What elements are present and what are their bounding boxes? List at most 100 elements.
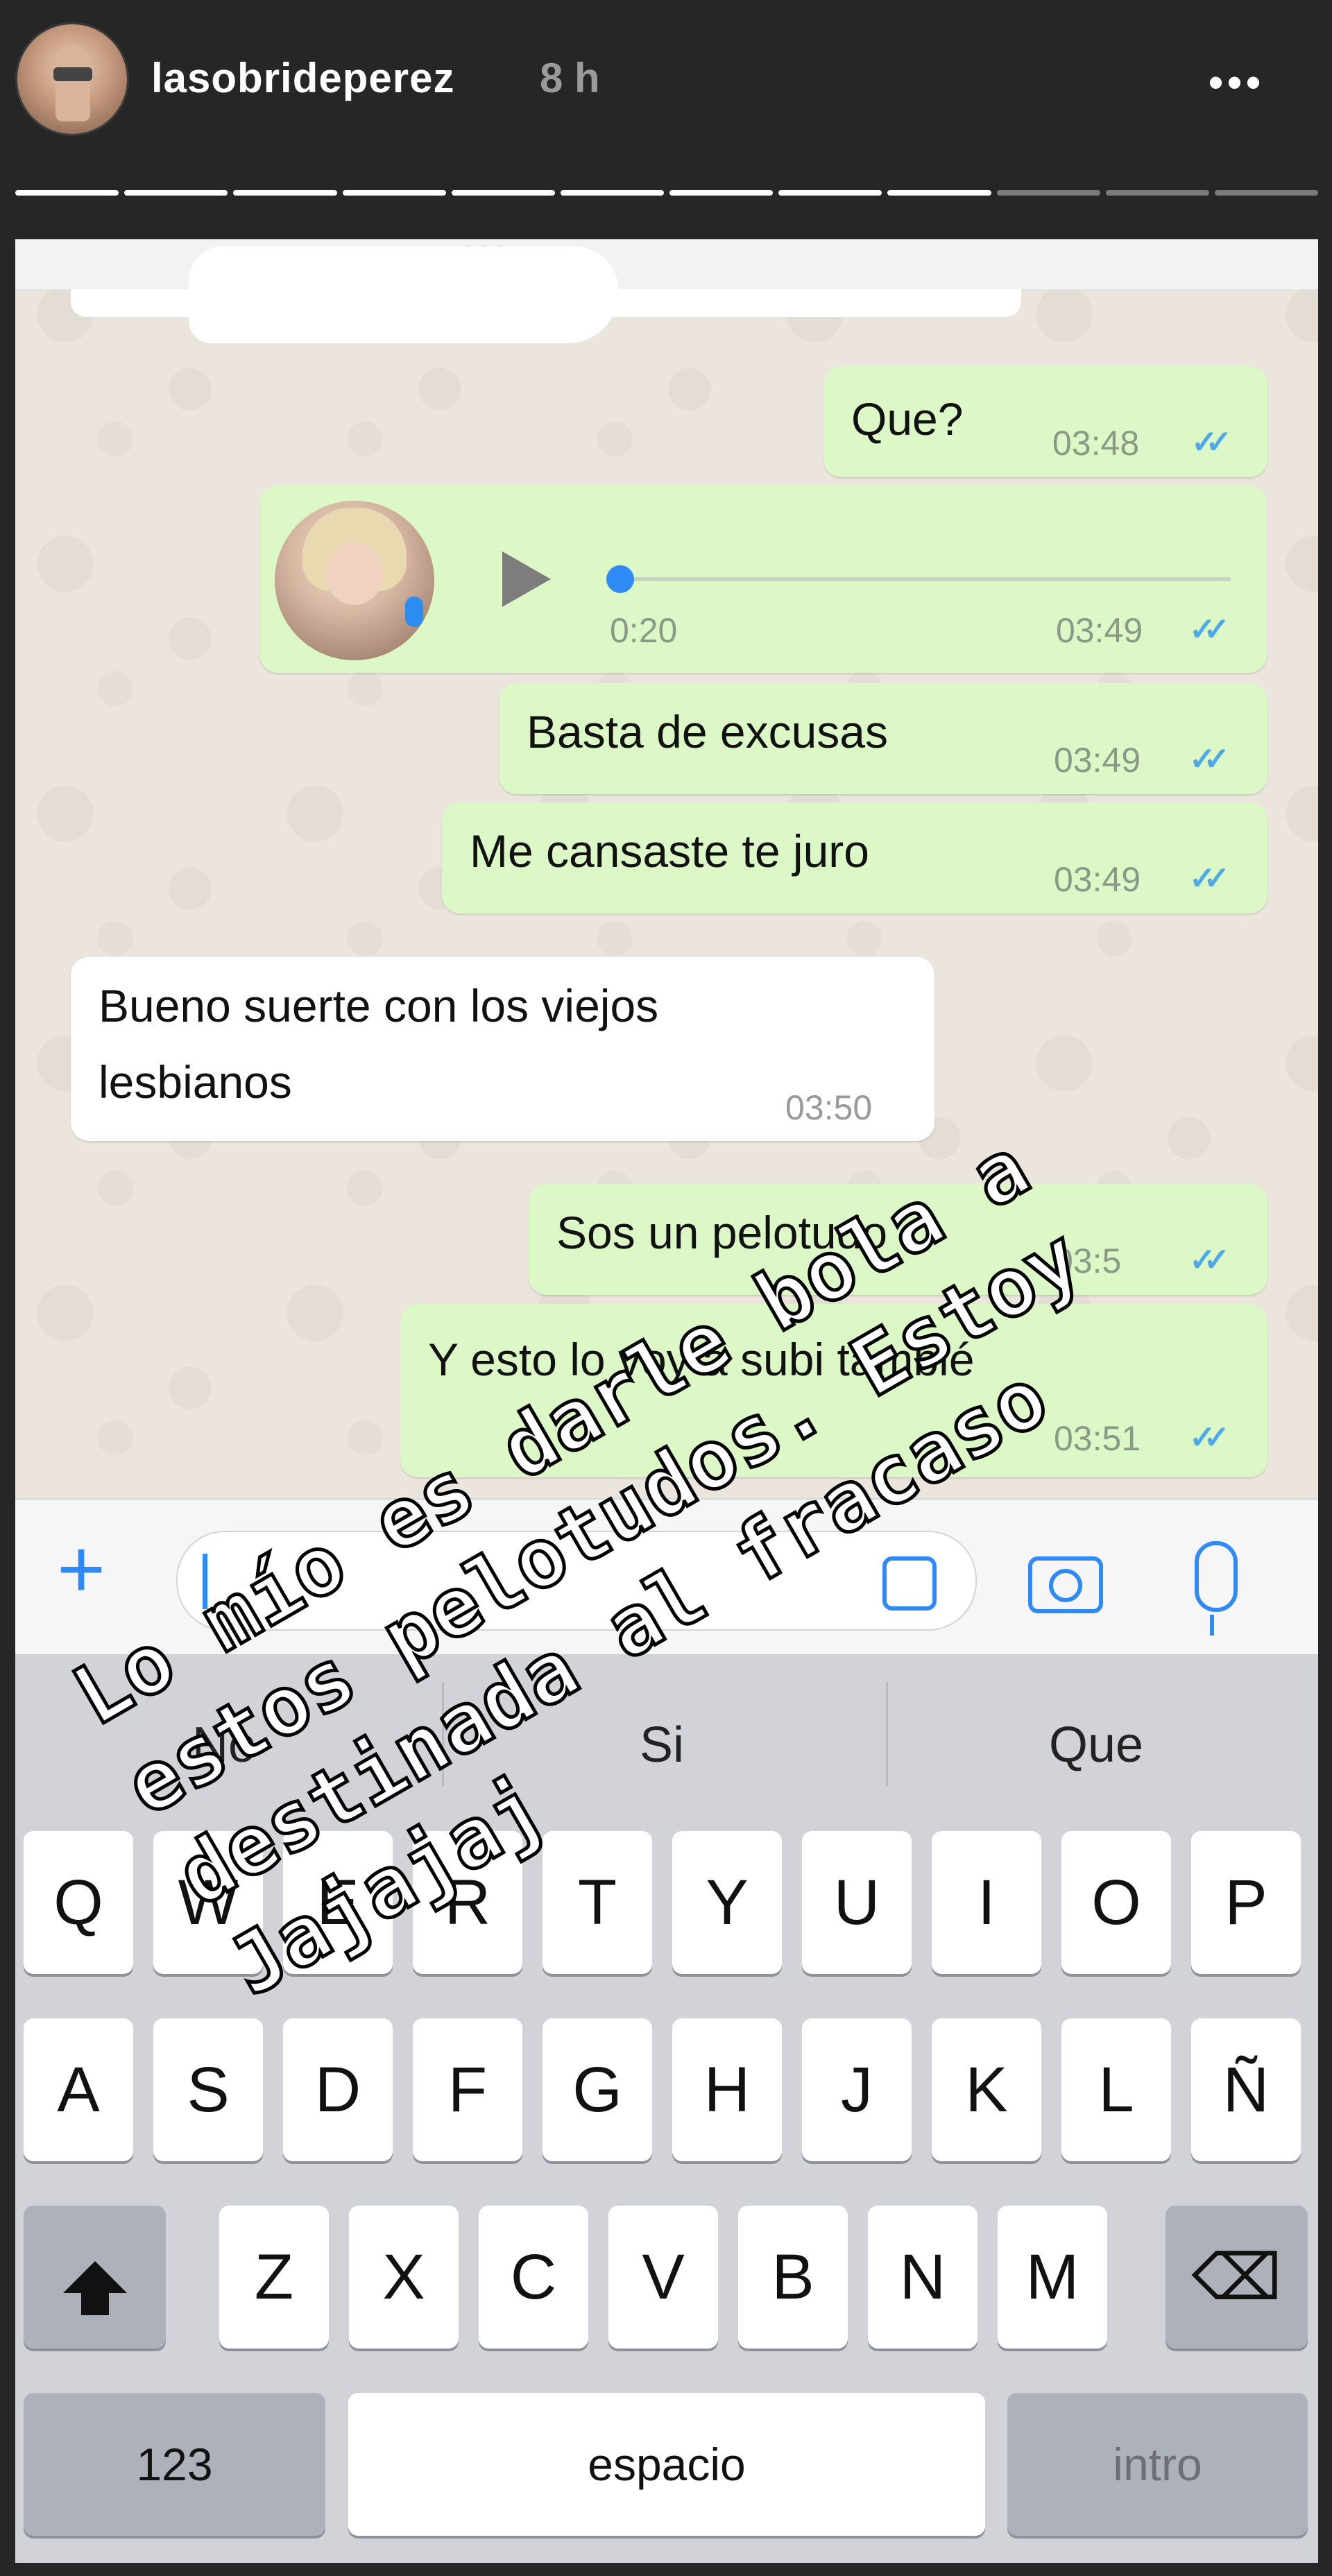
voice-message-bubble[interactable]: 0:20 03:49 ✓✓ [259,486,1267,673]
key-q[interactable]: Q [24,1831,133,1974]
sticker-icon[interactable] [882,1556,937,1611]
suggestion-que[interactable]: Que [1049,1717,1143,1774]
key-j[interactable]: J [802,2018,912,2161]
mic-icon [405,596,423,627]
key-enye[interactable]: Ñ [1191,2018,1301,2161]
progress-segment [342,190,446,196]
message-time: 03:5 [1054,1242,1122,1280]
read-ticks-icon: ✓✓ [1191,424,1232,460]
message-text: Basta de excusas [527,706,888,757]
message-bubble-out[interactable]: Basta de excusas 03:49 ✓✓ [499,683,1267,794]
more-options-icon[interactable]: ••• [1209,58,1265,106]
key-a[interactable]: A [24,2018,133,2161]
keyboard: No Si Que Q W E R T Y U I O P A S D F G … [15,1654,1318,2563]
key-e[interactable]: E [283,1831,393,1974]
key-u[interactable]: U [802,1831,912,1974]
progress-segment [233,190,337,196]
message-bubble-out[interactable]: Y esto lo voy a subi tambié 03:51 ✓✓ [400,1304,1267,1477]
message-bubble-out[interactable]: Que? 03:48 ✓✓ [823,366,1267,477]
key-i[interactable]: I [932,1831,1041,1974]
voice-progress-track[interactable] [620,577,1231,581]
shift-icon [62,2261,127,2315]
progress-segment [124,190,228,196]
progress-segment [996,190,1100,196]
space-key[interactable]: espacio [348,2393,985,2536]
read-ticks-icon: ✓✓ [1189,611,1230,647]
key-p[interactable]: P [1191,1831,1301,1974]
profile-avatar[interactable] [15,22,129,136]
key-w[interactable]: W [153,1831,263,1974]
key-l[interactable]: L [1061,2018,1171,2161]
story-progress-bar [15,190,1319,196]
message-time: 03:51 [1054,1419,1141,1458]
message-bubble-out[interactable]: Me cansaste te juro 03:49 ✓✓ [442,802,1267,913]
message-time: 03:49 [1054,741,1141,780]
story-username[interactable]: lasobrideperez [151,54,455,102]
camera-icon[interactable] [1028,1556,1103,1613]
message-input[interactable] [176,1531,977,1631]
story-time-ago: 8 h [540,55,600,101]
story-header: lasobrideperez 8 h ••• [0,0,1332,196]
key-c[interactable]: C [479,2206,588,2349]
key-v[interactable]: V [608,2206,718,2349]
progress-segment [1214,190,1319,196]
read-ticks-icon: ✓✓ [1189,860,1230,896]
message-bubble-out[interactable]: Sos un pelotudo 03:5 ✓✓ [529,1184,1267,1295]
progress-segment [669,190,774,196]
key-f[interactable]: F [413,2018,522,2161]
message-time: 03:50 [785,1088,873,1127]
message-text: Y esto lo voy a subi tambié [428,1334,975,1385]
suggestion-no[interactable]: No [192,1717,256,1774]
message-time: 03:49 [1056,611,1143,650]
voice-sender-avatar [275,501,434,660]
delete-key[interactable]: ⌫ [1166,2206,1308,2349]
progress-segment [1105,190,1209,196]
shift-key[interactable] [24,2206,166,2349]
key-r[interactable]: R [413,1831,522,1974]
message-time: 03:48 [1052,424,1140,463]
voice-progress-handle[interactable] [606,565,634,593]
progress-segment [560,190,665,196]
read-ticks-icon: ✓✓ [1189,1419,1230,1455]
progress-segment [451,190,555,196]
message-text: Me cansaste te juro [470,825,869,877]
progress-segment [778,190,882,196]
play-icon[interactable] [502,551,551,607]
message-text-line2: lesbianos [99,1056,292,1108]
key-b[interactable]: B [738,2206,848,2349]
key-g[interactable]: G [543,2018,652,2161]
key-h[interactable]: H [672,2018,782,2161]
suggestion-si[interactable]: Si [640,1717,684,1774]
microphone-icon[interactable] [1195,1541,1238,1635]
key-y[interactable]: Y [672,1831,782,1974]
message-bubble-in[interactable]: Bueno suerte con los viejos lesbianos 03… [71,957,934,1141]
voice-duration: 0:20 [610,611,678,650]
key-x[interactable]: X [349,2206,459,2349]
key-t[interactable]: T [543,1831,652,1974]
progress-segment [15,190,119,196]
key-o[interactable]: O [1061,1831,1171,1974]
key-s[interactable]: S [153,2018,263,2161]
suggestion-divider [886,1682,888,1786]
chat-header-strip: nea [15,239,1318,343]
chat-screenshot: nea Que? 03:48 ✓✓ 0:20 03:49 ✓✓ Basta de… [15,239,1318,2563]
plus-icon[interactable]: + [57,1527,105,1611]
read-ticks-icon: ✓✓ [1189,1242,1230,1278]
key-k[interactable]: K [932,2018,1041,2161]
text-caret [203,1554,207,1609]
message-text: Sos un pelotudo [556,1207,888,1258]
message-text: Que? [851,393,964,445]
return-key[interactable]: intro [1007,2393,1308,2536]
key-m[interactable]: M [998,2206,1107,2349]
suggestion-divider [442,1682,444,1786]
message-time: 03:49 [1054,860,1141,899]
chat-area: nea Que? 03:48 ✓✓ 0:20 03:49 ✓✓ Basta de… [15,239,1318,1498]
key-n[interactable]: N [868,2206,977,2349]
redaction-scribble [189,246,619,343]
key-d[interactable]: D [283,2018,393,2161]
key-z[interactable]: Z [219,2206,329,2349]
read-ticks-icon: ✓✓ [1189,741,1230,777]
progress-segment [887,190,991,196]
message-input-bar: + [15,1498,1318,1656]
numbers-key[interactable]: 123 [24,2393,325,2536]
